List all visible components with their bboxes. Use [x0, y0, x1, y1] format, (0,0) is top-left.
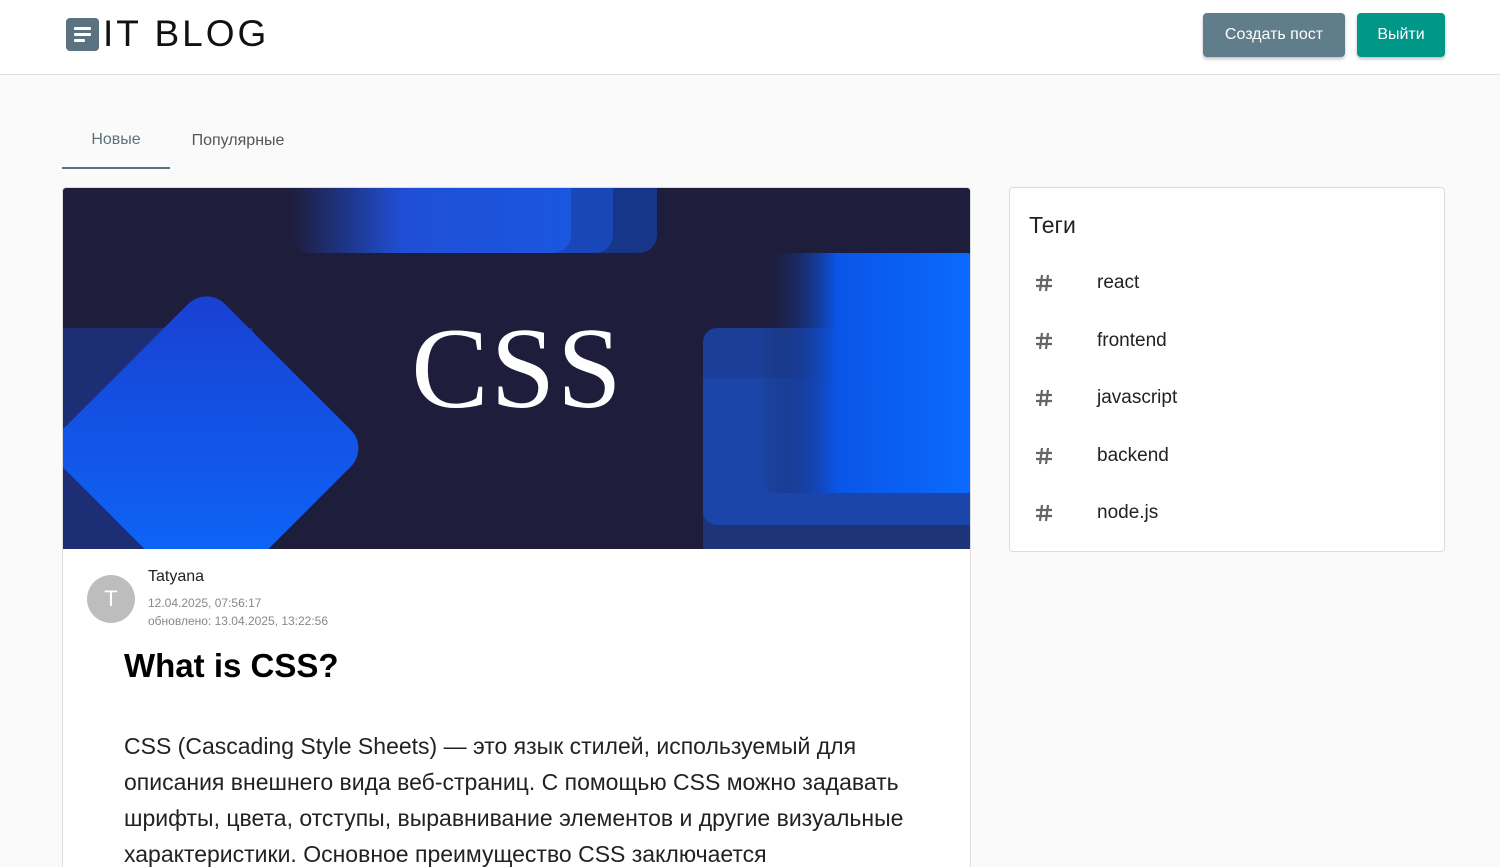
logout-button[interactable]: Выйти: [1357, 13, 1445, 57]
post-updated-date: обновлено: 13.04.2025, 13:22:56: [148, 614, 329, 628]
cover-title: CSS: [411, 305, 624, 433]
document-icon: [66, 17, 99, 51]
tag-item-react[interactable]: react: [1010, 258, 1444, 308]
tab-new[interactable]: Новые: [62, 112, 170, 169]
hashtag-icon: [1036, 504, 1052, 522]
tags-panel: Теги react frontend javascript backend n…: [1009, 187, 1445, 552]
author-name[interactable]: Tatyana: [148, 568, 204, 586]
post-created-date: 12.04.2025, 07:56:17: [148, 596, 262, 610]
hashtag-icon: [1036, 389, 1052, 407]
app-header: IT BLOG Создать пост Выйти: [0, 0, 1500, 75]
hashtag-icon: [1036, 274, 1052, 292]
tag-item-frontend[interactable]: frontend: [1010, 316, 1444, 366]
post-cover-image[interactable]: CSS: [63, 188, 970, 549]
tag-label: frontend: [1097, 330, 1167, 351]
tag-label: javascript: [1097, 387, 1178, 408]
tab-popular[interactable]: Популярные: [170, 112, 306, 169]
tag-item-javascript[interactable]: javascript: [1010, 373, 1444, 423]
logo[interactable]: IT BLOG: [66, 14, 269, 54]
tag-label: backend: [1097, 445, 1169, 466]
avatar[interactable]: T: [87, 575, 135, 623]
post-body: CSS (Cascading Style Sheets) — это язык …: [124, 733, 904, 867]
tags-title: Теги: [1029, 212, 1076, 238]
create-post-button[interactable]: Создать пост: [1203, 13, 1345, 57]
post-card: CSS T Tatyana 12.04.2025, 07:56:17 обнов…: [62, 187, 971, 867]
tag-item-backend[interactable]: backend: [1010, 431, 1444, 481]
tag-item-nodejs[interactable]: node.js: [1010, 488, 1444, 538]
feed-tabs: Новые Популярные: [62, 112, 306, 169]
hashtag-icon: [1036, 332, 1052, 350]
post-title[interactable]: What is CSS?: [124, 647, 339, 685]
hashtag-icon: [1036, 447, 1052, 465]
tag-label: node.js: [1097, 502, 1159, 523]
tag-label: react: [1097, 272, 1140, 293]
logo-text: IT BLOG: [103, 13, 270, 54]
